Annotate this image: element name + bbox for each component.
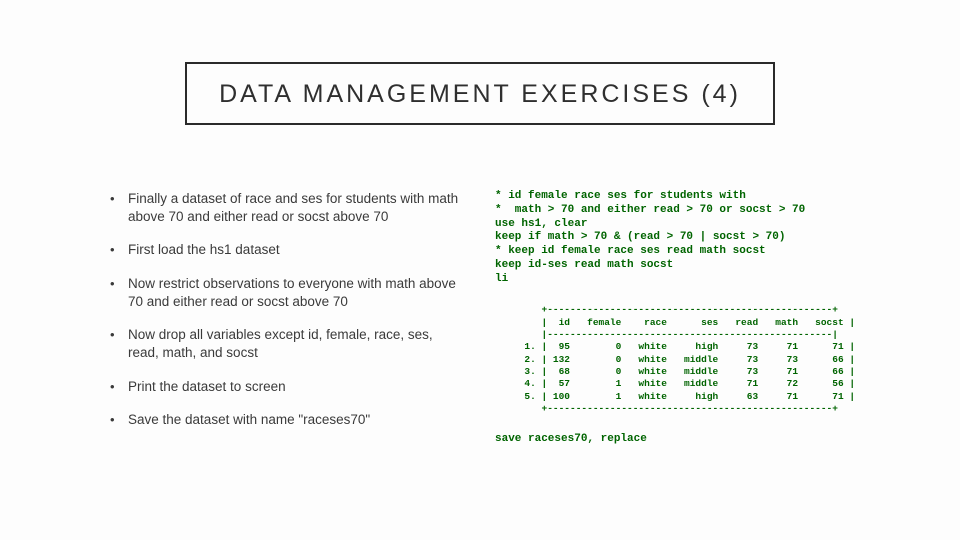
code-block: * id female race ses for students with *… bbox=[495, 190, 940, 286]
output-table: +---------------------------------------… bbox=[513, 304, 940, 415]
bullet-item: Now drop all variables except id, female… bbox=[110, 326, 460, 362]
code-line: * keep id female race ses read math socs… bbox=[495, 245, 766, 257]
bullet-list: Finally a dataset of race and ses for st… bbox=[110, 190, 460, 429]
bullet-item: Print the dataset to screen bbox=[110, 378, 460, 396]
bullet-item: Now restrict observations to everyone wi… bbox=[110, 275, 460, 311]
save-command: save raceses70, replace bbox=[495, 433, 940, 447]
code-line: * id female race ses for students with bbox=[495, 190, 746, 202]
table-row: 3. | 68 0 white middle 73 71 66 | bbox=[513, 366, 855, 377]
table-row: 2. | 132 0 white middle 73 73 66 | bbox=[513, 354, 855, 365]
content-columns: Finally a dataset of race and ses for st… bbox=[0, 190, 960, 447]
table-row: 5. | 100 1 white high 63 71 71 | bbox=[513, 391, 855, 402]
slide-title: DATA MANAGEMENT EXERCISES (4) bbox=[197, 80, 763, 109]
table-row: 1. | 95 0 white high 73 71 71 | bbox=[513, 341, 855, 352]
code-line: li bbox=[495, 273, 508, 285]
code-line: * math > 70 and either read > 70 or socs… bbox=[495, 204, 805, 216]
table-header: | id female race ses read math socst | bbox=[513, 317, 855, 328]
table-border: +---------------------------------------… bbox=[513, 304, 838, 315]
code-line: keep if math > 70 & (read > 70 | socst >… bbox=[495, 231, 785, 243]
slide: DATA MANAGEMENT EXERCISES (4) Finally a … bbox=[0, 0, 960, 540]
right-column: * id female race ses for students with *… bbox=[480, 190, 960, 447]
title-box: DATA MANAGEMENT EXERCISES (4) bbox=[185, 62, 775, 125]
left-column: Finally a dataset of race and ses for st… bbox=[0, 190, 480, 447]
table-border: +---------------------------------------… bbox=[513, 403, 838, 414]
bullet-item: Save the dataset with name "raceses70" bbox=[110, 411, 460, 429]
code-line: use hs1, clear bbox=[495, 218, 587, 230]
bullet-item: First load the hs1 dataset bbox=[110, 241, 460, 259]
bullet-item: Finally a dataset of race and ses for st… bbox=[110, 190, 460, 226]
table-row: 4. | 57 1 white middle 71 72 56 | bbox=[513, 378, 855, 389]
table-sep: |---------------------------------------… bbox=[513, 329, 838, 340]
code-line: keep id-ses read math socst bbox=[495, 259, 673, 271]
